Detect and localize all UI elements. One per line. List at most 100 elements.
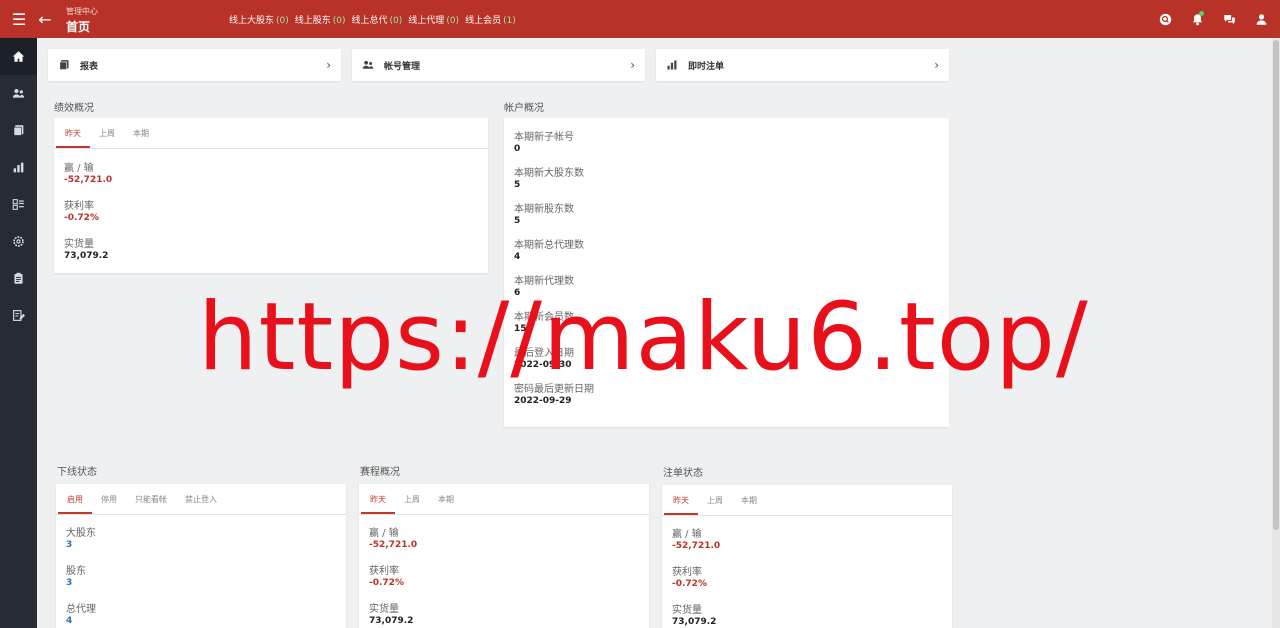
- chevron-right-icon: ›: [630, 58, 635, 72]
- performance-panel: 昨天 上周 本期 赢 / 输 -52,721.0 获利率 -0.72% 实货量 …: [54, 118, 488, 273]
- online-item-member[interactable]: 线上会员 (1): [465, 13, 516, 26]
- quick-link-accounts[interactable]: 帐号管理 ›: [352, 49, 645, 81]
- stat-value: 5: [514, 180, 521, 190]
- quick-link-reports[interactable]: 报表 ›: [48, 49, 341, 81]
- chevron-right-icon: ›: [326, 58, 331, 72]
- online-item-shareholder[interactable]: 线上股东 (0): [295, 13, 346, 26]
- home-icon: [12, 51, 25, 62]
- stat-new-major-shareholders: 本期新大股东数 5: [504, 164, 949, 190]
- sidebar-item-list[interactable]: [0, 186, 37, 223]
- stat-label: 本期新大股东数: [514, 168, 584, 179]
- stat-general-agents: 总代理 4: [56, 600, 346, 626]
- stat-label: 股东: [66, 566, 86, 577]
- quick-link-label: 即时注单: [688, 61, 725, 72]
- events-tabs: 昨天 上周 本期: [359, 484, 649, 515]
- clipboard-icon: [14, 272, 23, 284]
- stat-value: 4: [66, 616, 73, 626]
- users-icon: [362, 59, 376, 71]
- list-icon: [12, 199, 24, 210]
- stat-value: 73,079.2: [369, 616, 414, 626]
- stat-win-loss: 赢 / 输 -52,721.0: [54, 159, 488, 185]
- stat-shareholders: 股东 3: [56, 562, 346, 588]
- tab-last-week[interactable]: 上周: [698, 495, 732, 515]
- sidebar-item-edit[interactable]: [0, 297, 37, 334]
- stat-major-shareholders: 大股东 3: [56, 524, 346, 550]
- stat-label: 实货量: [369, 604, 399, 615]
- stat-label: 大股东: [66, 528, 96, 539]
- bets-tabs: 昨天 上周 本期: [662, 485, 952, 516]
- tab-yesterday[interactable]: 昨天: [361, 494, 395, 514]
- tab-view-only[interactable]: 只能看帐: [126, 494, 176, 514]
- top-bar: ☰ ← 管理中心 首页 线上大股东 (0) 线上股东 (0) 线上总代 (0) 线上代…: [0, 0, 1280, 38]
- bar-chart-icon: [666, 59, 680, 71]
- stat-value: -0.72%: [64, 213, 99, 223]
- menu-icon[interactable]: ☰: [10, 10, 28, 29]
- scrollbar-thumb[interactable]: [1273, 40, 1279, 530]
- stat-profit-rate: 获利率 -0.72%: [662, 563, 952, 589]
- documents-icon: [58, 59, 72, 71]
- stat-value: 73,079.2: [672, 617, 717, 627]
- sidebar-item-stats[interactable]: [0, 149, 37, 186]
- sidebar-item-users[interactable]: [0, 75, 37, 112]
- stat-profit-rate: 获利率 -0.72%: [359, 562, 649, 588]
- bell-icon[interactable]: [1188, 10, 1206, 28]
- sidebar: [0, 38, 37, 628]
- breadcrumb[interactable]: 管理中心: [66, 6, 98, 17]
- chevron-right-icon: ›: [934, 58, 939, 72]
- stat-label: 获利率: [369, 566, 399, 577]
- bets-title: 注单状态: [663, 468, 703, 479]
- sidebar-item-settings[interactable]: [0, 223, 37, 260]
- tab-this-period[interactable]: 本期: [732, 495, 766, 515]
- stat-value: -52,721.0: [64, 175, 113, 185]
- tab-last-week[interactable]: 上周: [90, 128, 124, 148]
- stat-label: 获利率: [64, 201, 94, 212]
- stat-label: 本期新子帐号: [514, 132, 574, 143]
- stat-volume: 实货量 73,079.2: [662, 601, 952, 627]
- stat-label: 实货量: [64, 239, 94, 250]
- sidebar-item-clipboard[interactable]: [0, 260, 37, 297]
- events-panel: 昨天 上周 本期 赢 / 输 -52,721.0 获利率 -0.72% 实货量 …: [359, 484, 649, 628]
- stat-volume: 实货量 73,079.2: [359, 600, 649, 626]
- downline-tabs: 启用 停用 只能看帐 禁止登入: [56, 484, 346, 515]
- stat-new-sub-accounts: 本期新子帐号 0: [504, 128, 949, 154]
- quick-link-label: 帐号管理: [384, 61, 421, 72]
- stat-value: -0.72%: [369, 578, 404, 588]
- performance-tabs: 昨天 上周 本期: [54, 118, 488, 149]
- stat-label: 赢 / 输: [369, 528, 399, 539]
- sidebar-item-home[interactable]: [0, 38, 37, 75]
- quick-link-label: 报表: [80, 61, 99, 72]
- chat-icon[interactable]: [1220, 10, 1238, 28]
- tab-enabled[interactable]: 启用: [58, 494, 92, 514]
- tab-login-banned[interactable]: 禁止登入: [176, 494, 226, 514]
- quick-link-live-bets[interactable]: 即时注单 ›: [656, 49, 949, 81]
- tab-disabled[interactable]: 停用: [92, 494, 126, 514]
- stat-label: 总代理: [66, 604, 96, 615]
- notification-dot: [1199, 11, 1204, 16]
- users-icon: [12, 89, 25, 98]
- online-item-agent[interactable]: 线上代理 (0): [408, 13, 459, 26]
- online-item-major-shareholder[interactable]: 线上大股东 (0): [229, 13, 289, 26]
- tab-yesterday[interactable]: 昨天: [664, 495, 698, 515]
- events-title: 赛程概况: [360, 467, 400, 478]
- stat-value: -52,721.0: [672, 541, 721, 551]
- back-arrow-icon[interactable]: ←: [36, 10, 54, 29]
- bets-panel: 昨天 上周 本期 赢 / 输 -52,721.0 获利率 -0.72% 实货量 …: [662, 485, 952, 628]
- stat-volume: 实货量 73,079.2: [54, 235, 488, 261]
- stat-win-loss: 赢 / 输 -52,721.0: [662, 525, 952, 551]
- online-item-general-agent[interactable]: 线上总代 (0): [352, 13, 403, 26]
- account-title: 帐户概况: [504, 103, 544, 114]
- edit-document-icon: [13, 310, 25, 321]
- watermark-text: https://maku6.top/: [198, 283, 1089, 392]
- stat-value: 3: [66, 540, 73, 550]
- tab-yesterday[interactable]: 昨天: [56, 128, 90, 148]
- stat-label: 实货量: [672, 605, 702, 616]
- stat-value: 4: [514, 252, 521, 262]
- tab-this-period[interactable]: 本期: [429, 494, 463, 514]
- stat-profit-rate: 获利率 -0.72%: [54, 197, 488, 223]
- user-icon[interactable]: [1252, 10, 1270, 28]
- performance-title: 绩效概况: [54, 103, 94, 114]
- sidebar-item-reports[interactable]: [0, 112, 37, 149]
- tab-this-period[interactable]: 本期: [124, 128, 158, 148]
- tab-last-week[interactable]: 上周: [395, 494, 429, 514]
- search-icon[interactable]: [1156, 10, 1174, 28]
